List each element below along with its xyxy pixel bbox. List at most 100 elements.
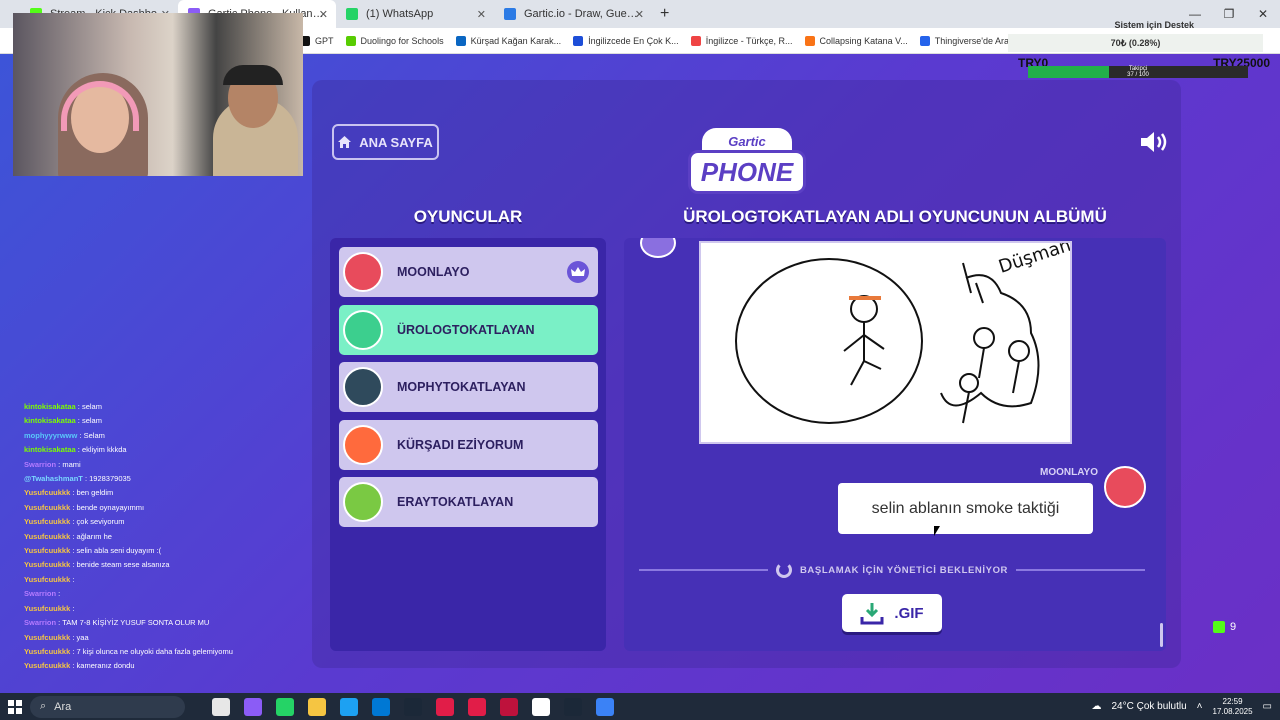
taskbar-app-icon[interactable] [404, 697, 422, 716]
chat-separator: : [56, 589, 61, 599]
taskbar-app-icon[interactable] [308, 697, 326, 716]
players-heading: OYUNCULAR [413, 207, 523, 226]
chat-separator: : [70, 574, 75, 584]
chat-message: Yusufcuukkk : ben geldim [24, 486, 304, 500]
chat-username[interactable]: kintokisakataa [24, 402, 76, 411]
taskbar-app-icon[interactable] [532, 697, 550, 716]
album-prev-avatar [640, 238, 676, 258]
chat-username[interactable]: Yusufcuukkk [24, 560, 70, 569]
clock[interactable]: 22:59 17.08.2025 [1213, 697, 1253, 717]
player-row[interactable]: MOPHYTOKATLAYAN [339, 362, 598, 412]
chat-username[interactable]: Yusufcuukkk [24, 532, 70, 541]
album-scrollbar[interactable] [1160, 623, 1163, 647]
album-panel: Düşman MOONLAYO selin ablanın smoke takt… [624, 238, 1166, 651]
taskbar-app-icon[interactable] [500, 697, 518, 716]
bookmark-label: Kürşad Kağan Karak... [470, 35, 562, 46]
taskbar-app-icon[interactable] [276, 697, 294, 716]
chat-username[interactable]: @TwahashmanT [24, 474, 83, 483]
chat-username[interactable]: Swarrion [24, 460, 56, 469]
chat-username[interactable]: Yusufcuukkk [24, 647, 70, 656]
bookmark-item[interactable]: Thingiverse'de Ara -... [919, 35, 1022, 46]
home-button[interactable]: ANA SAYFA [332, 124, 439, 160]
windows-logo-icon [8, 699, 22, 714]
close-tab-icon[interactable]: ✕ [319, 8, 328, 21]
chat-message: Yusufcuukkk : selin abla seni duyayım :( [24, 544, 304, 558]
taskbar-app-icon[interactable] [372, 697, 390, 716]
player-name: MOPHYTOKATLAYAN [397, 380, 526, 394]
bookmark-item[interactable]: İngilizce - Türkçe, R... [690, 35, 793, 46]
bookmark-item[interactable]: GPT [300, 35, 334, 46]
chat-username[interactable]: kintokisakataa [24, 416, 76, 425]
chat-separator: : [70, 603, 75, 613]
mouse-cursor-icon [934, 526, 940, 536]
new-tab-button[interactable]: + [660, 5, 669, 23]
bookmark-icon [345, 35, 356, 46]
player-row[interactable]: MOONLAYO [339, 247, 598, 297]
chat-username[interactable]: Swarrion [24, 618, 56, 627]
bookmark-item[interactable]: Duolingo for Schools [345, 35, 444, 46]
player-row[interactable]: ERAYTOKATLAYAN [339, 477, 598, 527]
taskbar-app-icon[interactable] [212, 697, 230, 716]
chat-username[interactable]: kintokisakataa [24, 445, 76, 454]
chat-username[interactable]: mophyyyrwww [24, 431, 77, 440]
chat-username[interactable]: Yusufcuukkk [24, 517, 70, 526]
chat-text: Selam [83, 430, 105, 440]
chat-username[interactable]: Swarrion [24, 589, 56, 598]
taskbar-app-icon[interactable] [436, 697, 454, 716]
clock-date: 17.08.2025 [1212, 706, 1253, 716]
taskbar-app-icon[interactable] [468, 697, 486, 716]
player-row[interactable]: ÜROLOGTOKATLAYAN [339, 304, 598, 355]
support-widget: Sistem için Destek 70₺ (0.28%) TRY0 TRY2… [1008, 18, 1280, 80]
taskbar-app-icon[interactable] [596, 697, 614, 716]
taskbar-search[interactable]: ⌕ Ara [30, 695, 185, 718]
chat-text: benide steam sese alsanıza [76, 560, 170, 570]
chat-username[interactable]: Yusufcuukkk [24, 661, 70, 670]
loading-spinner-icon [775, 562, 792, 578]
chat-username[interactable]: Yusufcuukkk [24, 503, 70, 512]
start-button[interactable] [0, 693, 30, 720]
drawing-canvas: Düşman [699, 238, 1074, 444]
waiting-text: BAŞLAMAK İÇİN YÖNETİCİ BEKLENİYOR [799, 564, 1009, 576]
close-tab-icon[interactable]: ✕ [477, 8, 486, 21]
chat-text: mami [62, 459, 81, 469]
bookmark-icon [804, 35, 815, 46]
notification-icon[interactable]: ▭ [1263, 701, 1272, 712]
speaker-icon[interactable] [1139, 130, 1169, 154]
browser-tab[interactable]: (1) WhatsApp ✕ [336, 0, 494, 28]
bookmark-item[interactable]: Collapsing Katana V... [804, 35, 908, 46]
weather-icon: ☁ [1091, 701, 1102, 712]
support-title: Sistem için Destek [1114, 20, 1194, 30]
chat-text: 7 kişi olunca ne oluyoki daha fazla gele… [76, 646, 233, 656]
chat-username[interactable]: Yusufcuukkk [24, 604, 70, 613]
taskbar-apps [205, 697, 621, 716]
chat-text: selin abla seni duyayım :( [76, 546, 162, 556]
bookmark-item[interactable]: İngilizcede En Çok K... [573, 35, 679, 46]
browser-tab[interactable]: Gartic.io - Draw, Guess, WIN ✕ [494, 0, 652, 28]
chat-username[interactable]: Yusufcuukkk [24, 633, 70, 642]
bookmark-label: Duolingo for Schools [360, 35, 444, 46]
taskbar-app-icon[interactable] [340, 697, 358, 716]
waiting-status: BAŞLAMAK İÇİN YÖNETİCİ BEKLENİYOR [639, 562, 1145, 578]
chat-username[interactable]: Yusufcuukkk [24, 488, 70, 497]
taskbar-app-icon[interactable] [564, 697, 582, 716]
bookmark-icon [455, 35, 466, 46]
bookmark-label: İngilizcede En Çok K... [588, 35, 679, 46]
player-name: ERAYTOKATLAYAN [397, 495, 514, 509]
player-row[interactable]: KÜRŞADI EZİYORUM [339, 419, 598, 470]
gartic-phone-logo: Gartic PHONE [688, 124, 806, 196]
weather-text[interactable]: 24°C Çok bulutlu [1112, 701, 1187, 712]
chat-message: Yusufcuukkk : benide steam sese alsanıza [24, 558, 304, 572]
chat-username[interactable]: Yusufcuukkk [24, 546, 70, 555]
chat-message: Yusufcuukkk : bende oynayayımmı [24, 501, 304, 515]
bookmark-item[interactable]: Kürşad Kağan Karak... [455, 35, 562, 46]
tab-favicon-icon [504, 8, 516, 20]
close-tab-icon[interactable]: ✕ [635, 8, 644, 21]
divider-left [639, 569, 768, 571]
bookmark-icon [919, 35, 930, 46]
chat-username[interactable]: Yusufcuukkk [24, 575, 70, 584]
taskbar-app-icon[interactable] [244, 697, 262, 716]
download-gif-button[interactable]: .GIF [842, 594, 942, 632]
search-icon: ⌕ [40, 700, 47, 712]
player-avatar [343, 252, 383, 292]
tray-chevron-icon[interactable]: ˄ [1197, 701, 1203, 712]
